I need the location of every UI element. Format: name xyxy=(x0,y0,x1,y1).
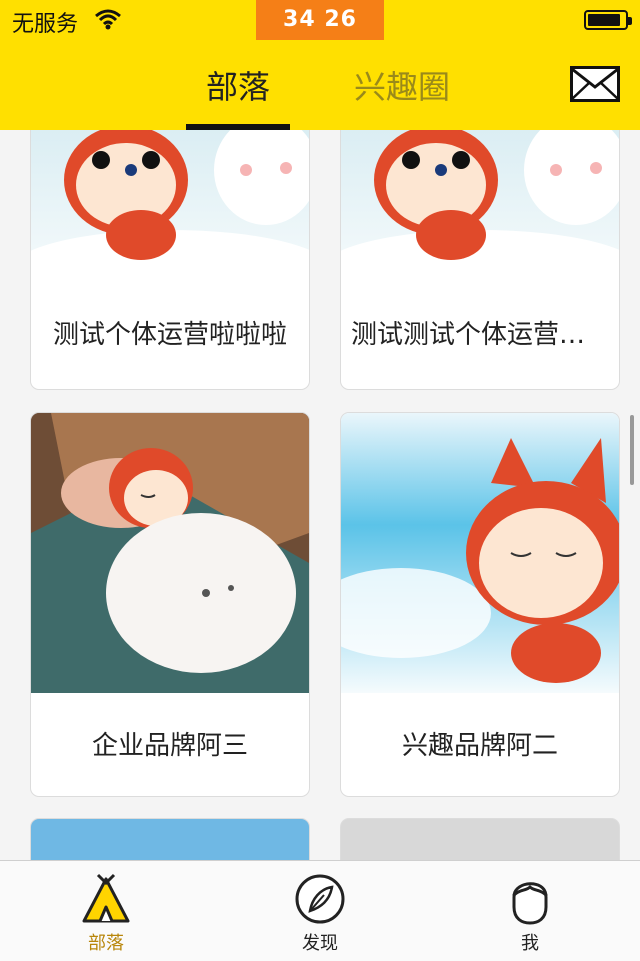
card-image xyxy=(31,413,309,693)
card-item[interactable] xyxy=(31,819,309,860)
wifi-icon xyxy=(95,9,121,30)
status-time: 34 26 xyxy=(256,0,384,40)
card-title: 测试测试个体运营啦啦啦 xyxy=(351,320,609,350)
card-item[interactable]: 企业品牌阿三 xyxy=(31,413,309,796)
battery-icon xyxy=(584,10,632,30)
carrier-label: 无服务 xyxy=(12,12,79,37)
card-item[interactable]: 测试测试个体运营啦啦啦 xyxy=(341,130,619,389)
tabbar-item-me[interactable]: 我 xyxy=(470,873,590,955)
card-title: 企业品牌阿三 xyxy=(91,731,248,761)
tabbar-label-tribe: 部落 xyxy=(88,933,124,954)
card-grid: 测试个体运营啦啦啦 测试测试个体运营啦啦啦 企业品牌阿三 兴趣品牌阿二 xyxy=(0,130,640,860)
envelope-icon[interactable] xyxy=(570,66,620,102)
tabbar-label-discover: 发现 xyxy=(302,933,338,954)
top-bar: 无服务 34 26 部落 兴趣圈 xyxy=(0,0,640,130)
bottom-tab-bar: 部落 发现 我 xyxy=(0,860,640,961)
user-face-icon xyxy=(512,882,548,925)
card-image xyxy=(341,413,619,693)
tabbar-item-discover[interactable]: 发现 xyxy=(260,873,380,955)
compass-icon xyxy=(295,874,345,924)
tabbar-label-me: 我 xyxy=(521,933,539,954)
card-item[interactable] xyxy=(341,819,619,860)
card-item[interactable]: 兴趣品牌阿二 xyxy=(341,413,619,796)
card-title: 测试个体运营啦啦啦 xyxy=(52,320,287,350)
tabbar-item-tribe[interactable]: 部落 xyxy=(46,873,166,955)
tent-icon xyxy=(82,873,130,923)
card-title: 兴趣品牌阿二 xyxy=(401,731,558,761)
header-nav: 部落 兴趣圈 xyxy=(0,40,640,130)
status-bar: 无服务 34 26 xyxy=(0,0,640,40)
card-item[interactable]: 测试个体运营啦啦啦 xyxy=(31,130,309,389)
tab-interest-circle[interactable]: 兴趣圈 xyxy=(352,62,452,130)
card-image xyxy=(31,130,309,287)
card-image xyxy=(341,130,619,287)
tab-tribe[interactable]: 部落 xyxy=(186,62,290,130)
scroll-indicator[interactable] xyxy=(630,415,634,485)
active-tab-indicator xyxy=(186,124,290,130)
